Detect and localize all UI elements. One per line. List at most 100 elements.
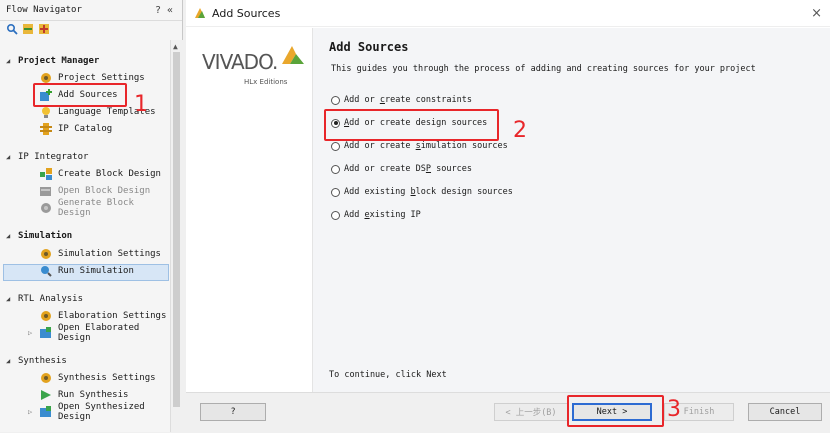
item-ip-catalog[interactable]: IP Catalog xyxy=(40,121,112,137)
section-label: Project Manager xyxy=(18,56,100,66)
item-label: Open Synthesized Design xyxy=(58,402,145,422)
section-label: RTL Analysis xyxy=(18,294,84,304)
collapse-all-icon[interactable] xyxy=(22,23,34,35)
logo-mark-icon xyxy=(282,46,304,64)
item-open-block-design[interactable]: Open Block Design xyxy=(40,183,150,199)
option-block-design-sources[interactable]: Add existing block design sources xyxy=(331,185,513,199)
back-button[interactable]: < 上一步(B) xyxy=(494,403,568,421)
item-label: Simulation Settings xyxy=(58,249,161,259)
help-button[interactable]: ? xyxy=(200,403,266,421)
help-icon[interactable]: ? xyxy=(152,5,164,16)
section-simulation[interactable]: ◢ Simulation xyxy=(6,229,72,243)
dialog-heading: Add Sources xyxy=(329,40,409,54)
ip-catalog-icon xyxy=(40,123,52,135)
scrollbar-thumb[interactable] xyxy=(173,52,180,407)
lightbulb-icon xyxy=(40,106,52,118)
radio-button[interactable] xyxy=(331,210,340,220)
option-label: Add existing IP xyxy=(344,210,421,220)
radio-button[interactable] xyxy=(331,187,340,197)
section-synthesis[interactable]: ◢ Synthesis xyxy=(6,354,67,368)
add-sources-dialog: Add Sources × VIVADO. HLx Editions Add S… xyxy=(186,0,830,433)
gear-icon xyxy=(40,372,52,384)
dialog-titlebar: Add Sources × xyxy=(186,0,830,27)
section-ip-integrator[interactable]: ◢ IP Integrator xyxy=(6,150,88,164)
item-label: Run Synthesis xyxy=(58,390,129,400)
vivado-icon xyxy=(194,7,206,19)
search-icon[interactable] xyxy=(6,23,18,35)
item-label: Elaboration Settings xyxy=(58,311,167,321)
item-synthesis-settings[interactable]: Synthesis Settings xyxy=(40,370,156,386)
item-label: Open Elaborated Design xyxy=(58,323,140,343)
run-icon xyxy=(40,389,52,401)
logo-subtitle: HLx Editions xyxy=(244,78,288,86)
collapse-icon[interactable]: « xyxy=(164,5,176,16)
cancel-button[interactable]: Cancel xyxy=(748,403,822,421)
item-label: Synthesis Settings xyxy=(58,373,156,383)
logo-text: VIVADO. xyxy=(202,50,278,74)
option-dsp-sources[interactable]: Add or create DSP sources xyxy=(331,162,472,176)
item-open-elaborated-design[interactable]: Open Elaborated Design xyxy=(40,323,170,343)
item-generate-block-design[interactable]: Generate Block Design xyxy=(40,198,170,218)
section-rtl-analysis[interactable]: ◢ RTL Analysis xyxy=(6,292,83,306)
dialog-title: Add Sources xyxy=(212,6,281,20)
gear-icon xyxy=(40,248,52,260)
generate-icon xyxy=(40,202,52,214)
section-label: IP Integrator xyxy=(18,152,89,162)
option-label: Add or create simulation sources xyxy=(344,141,508,151)
dialog-footer: ? < 上一步(B) Next > Finish Cancel xyxy=(186,392,830,433)
open-design-icon xyxy=(40,185,52,197)
item-label: Generate Block Design xyxy=(58,198,134,218)
run-simulation-icon xyxy=(40,265,52,277)
expanded-icon: ◢ xyxy=(6,153,11,161)
item-label: Create Block Design xyxy=(58,169,161,179)
open-design-icon xyxy=(40,406,52,418)
continue-hint: To continue, click Next xyxy=(329,370,447,380)
expanded-icon: ◢ xyxy=(6,232,11,240)
flow-navigator-toolbar xyxy=(0,21,182,37)
expand-all-icon[interactable] xyxy=(38,23,50,35)
close-icon[interactable]: × xyxy=(811,6,822,21)
expanded-icon: ◢ xyxy=(6,357,11,365)
flow-scrollbar[interactable]: ▲ xyxy=(170,40,183,432)
dialog-content: Add Sources This guides you through the … xyxy=(312,28,830,392)
item-label: IP Catalog xyxy=(58,124,113,134)
option-label: Add or create constraints xyxy=(344,95,472,105)
annotation-number-3: 3 xyxy=(667,397,681,422)
item-open-synthesized-design[interactable]: Open Synthesized Design xyxy=(40,402,170,422)
item-label: Open Block Design xyxy=(58,186,151,196)
item-elaboration-settings[interactable]: Elaboration Settings xyxy=(40,308,166,324)
expanded-icon: ◢ xyxy=(6,57,11,65)
item-run-simulation[interactable]: Run Simulation xyxy=(40,263,134,279)
item-simulation-settings[interactable]: Simulation Settings xyxy=(40,246,161,262)
item-create-block-design[interactable]: Create Block Design xyxy=(40,166,161,182)
flow-navigator: Flow Navigator ? « ◢ Project Manager Pro… xyxy=(0,0,183,432)
radio-button[interactable] xyxy=(331,95,340,105)
gear-icon xyxy=(40,310,52,322)
option-existing-ip[interactable]: Add existing IP xyxy=(331,208,421,222)
annotation-box-2 xyxy=(324,109,499,141)
annotation-box-3 xyxy=(567,395,664,427)
scroll-up-icon[interactable]: ▲ xyxy=(173,42,178,51)
flow-navigator-title: Flow Navigator xyxy=(6,5,82,15)
annotation-box-1 xyxy=(33,83,127,107)
annotation-number-1: 1 xyxy=(134,92,148,117)
radio-button[interactable] xyxy=(331,164,340,174)
option-constraints[interactable]: Add or create constraints xyxy=(331,93,472,107)
item-label: Run Simulation xyxy=(58,266,134,276)
option-label: Add or create DSP sources xyxy=(344,164,472,174)
option-label: Add existing block design sources xyxy=(344,187,513,197)
collapsed-icon[interactable]: ▷ xyxy=(28,329,32,337)
section-label: Synthesis xyxy=(18,356,67,366)
option-simulation-sources[interactable]: Add or create simulation sources xyxy=(331,139,508,153)
section-label: Simulation xyxy=(18,231,73,241)
radio-button[interactable] xyxy=(331,141,340,151)
dialog-description: This guides you through the process of a… xyxy=(331,64,756,74)
flow-navigator-header: Flow Navigator ? « xyxy=(0,0,182,21)
item-run-synthesis[interactable]: Run Synthesis xyxy=(40,387,128,403)
block-design-icon xyxy=(40,168,52,180)
item-label: Project Settings xyxy=(58,73,145,83)
expanded-icon: ◢ xyxy=(6,295,11,303)
collapsed-icon[interactable]: ▷ xyxy=(28,408,32,416)
section-project-manager[interactable]: ◢ Project Manager xyxy=(6,54,99,68)
open-design-icon xyxy=(40,327,52,339)
